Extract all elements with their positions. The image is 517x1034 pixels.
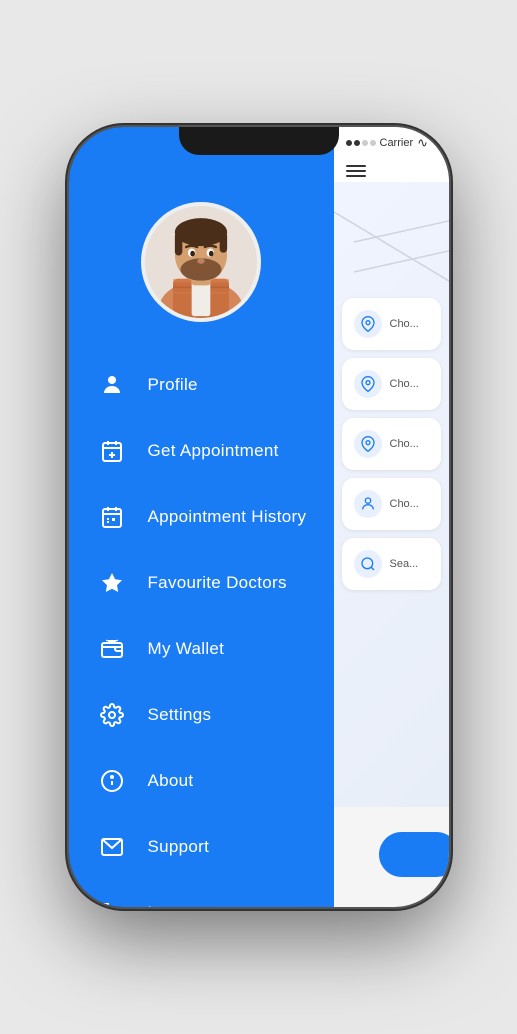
carrier-info: Carrier ∿ [346, 135, 429, 151]
card-text-5: Sea... [390, 558, 419, 570]
menu-label-profile: Profile [148, 375, 198, 395]
calendar-add-icon [94, 433, 130, 469]
hamburger-button[interactable] [346, 165, 366, 177]
wifi-icon: ∿ [417, 135, 428, 151]
card-text-1: Cho... [390, 318, 419, 330]
phone-wrapper: Profile [0, 0, 517, 1034]
menu-label-about: About [148, 771, 194, 791]
menu-panel: Profile [69, 127, 334, 907]
signal-dot-3 [362, 140, 368, 146]
menu-item-favourite-doctors[interactable]: Favourite Doctors [69, 550, 334, 616]
hamburger-line-1 [346, 165, 366, 167]
content-card-3[interactable]: Cho... [342, 418, 441, 470]
card-icon-1 [354, 310, 382, 338]
phone-frame: Profile [69, 127, 449, 907]
card-icon-4 [354, 490, 382, 518]
carrier-label: Carrier [380, 137, 414, 149]
card-icon-2 [354, 370, 382, 398]
menu-label-get-appointment: Get Appointment [148, 441, 279, 461]
menu-item-support[interactable]: Support [69, 814, 334, 880]
menu-item-my-wallet[interactable]: My Wallet [69, 616, 334, 682]
menu-label-favourite-doctors: Favourite Doctors [148, 573, 287, 593]
signal-dot-1 [346, 140, 352, 146]
menu-item-logout[interactable]: Logout [69, 880, 334, 907]
gear-icon [94, 697, 130, 733]
hamburger-line-3 [346, 175, 366, 177]
content-card-2[interactable]: Cho... [342, 358, 441, 410]
action-button[interactable] [379, 832, 449, 877]
card-text-3: Cho... [390, 438, 419, 450]
menu-item-settings[interactable]: Settings [69, 682, 334, 748]
menu-label-logout: Logout [148, 903, 202, 907]
content-items: Cho... Cho... [334, 288, 449, 600]
content-panel: Carrier ∿ [334, 127, 449, 907]
menu-item-about[interactable]: About [69, 748, 334, 814]
notch [179, 127, 339, 155]
status-bar: Carrier ∿ [334, 127, 449, 155]
menu-label-support: Support [148, 837, 210, 857]
signal-dot-4 [370, 140, 376, 146]
content-card-1[interactable]: Cho... [342, 298, 441, 350]
menu-label-settings: Settings [148, 705, 212, 725]
menu-items: Profile [69, 347, 334, 907]
card-text-2: Cho... [390, 378, 419, 390]
star-icon [94, 565, 130, 601]
wallet-icon [94, 631, 130, 667]
signal-dots [346, 140, 376, 146]
card-text-4: Cho... [390, 498, 419, 510]
signal-dot-2 [354, 140, 360, 146]
phone-screen: Profile [69, 127, 449, 907]
card-icon-5 [354, 550, 382, 578]
calendar-history-icon [94, 499, 130, 535]
person-icon [94, 367, 130, 403]
content-card-4[interactable]: Cho... [342, 478, 441, 530]
menu-item-profile[interactable]: Profile [69, 352, 334, 418]
hamburger-line-2 [346, 170, 366, 172]
card-icon-3 [354, 430, 382, 458]
avatar-section [69, 182, 334, 347]
avatar[interactable] [141, 202, 261, 322]
mail-icon [94, 829, 130, 865]
logout-icon [94, 895, 130, 907]
content-card-5[interactable]: Sea... [342, 538, 441, 590]
menu-label-my-wallet: My Wallet [148, 639, 225, 659]
menu-item-get-appointment[interactable]: Get Appointment [69, 418, 334, 484]
menu-label-appointment-history: Appointment History [148, 507, 307, 527]
menu-item-appointment-history[interactable]: Appointment History [69, 484, 334, 550]
info-icon [94, 763, 130, 799]
